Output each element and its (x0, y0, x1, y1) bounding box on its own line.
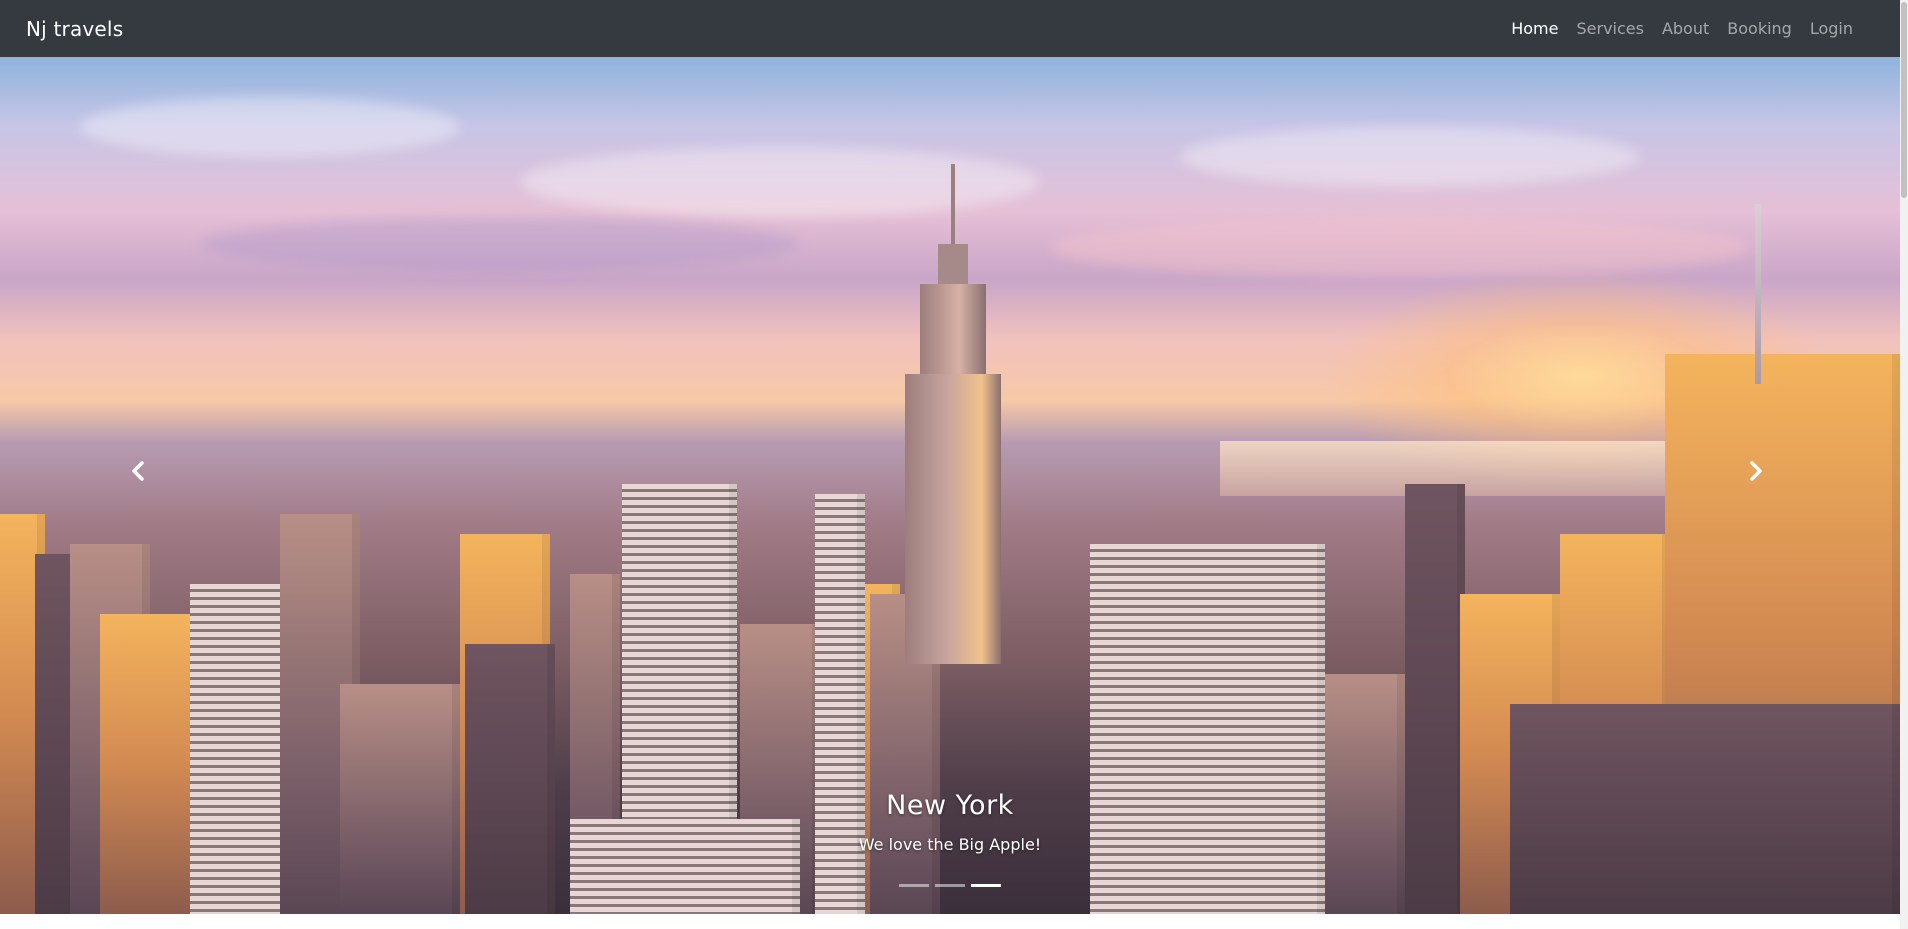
carousel-next-button[interactable] (1745, 460, 1767, 482)
brand-logo[interactable]: Nj travels (26, 17, 123, 41)
cloud (80, 97, 460, 157)
cloud (520, 147, 1040, 217)
nav-links: Home Services About Booking Login (1502, 19, 1862, 38)
empire-state-spire (951, 164, 955, 244)
cloud (1050, 217, 1750, 277)
nav-link-about[interactable]: About (1653, 19, 1718, 38)
page: Nj travels Home Services About Booking L… (0, 0, 1908, 929)
tower-spire (1755, 204, 1761, 384)
chevron-right-icon (1750, 461, 1762, 481)
building (465, 644, 555, 914)
scrollbar-thumb[interactable] (1901, 2, 1907, 198)
chevron-left-icon (132, 461, 144, 481)
cloud (1180, 127, 1640, 187)
carousel-indicator-3[interactable] (971, 884, 1001, 887)
hero-carousel (0, 57, 1900, 914)
carousel-caption-title: New York (886, 790, 1014, 821)
nav-link-services[interactable]: Services (1567, 19, 1652, 38)
navbar: Nj travels Home Services About Booking L… (0, 0, 1900, 57)
cloud (200, 217, 800, 272)
nav-link-booking[interactable]: Booking (1718, 19, 1801, 38)
empire-state-building-top (938, 244, 968, 284)
empire-state-building-upper (920, 284, 986, 374)
carousel-indicator-1[interactable] (899, 884, 929, 887)
building (1090, 544, 1325, 914)
carousel-caption-text: We love the Big Apple! (858, 835, 1042, 854)
nav-link-home[interactable]: Home (1502, 19, 1567, 38)
carousel-prev-button[interactable] (127, 460, 149, 482)
empire-state-building (905, 374, 1001, 664)
carousel-indicator-2[interactable] (935, 884, 965, 887)
building (570, 819, 800, 914)
page-scrollbar[interactable] (1900, 0, 1908, 929)
carousel-indicators (0, 884, 1900, 887)
nav-link-login[interactable]: Login (1801, 19, 1862, 38)
